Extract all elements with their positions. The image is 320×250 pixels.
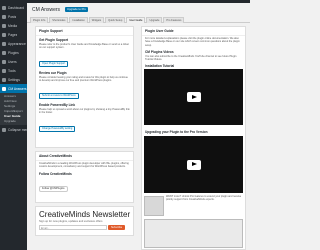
sidebar-item-cm-answers[interactable]: CM Answers (0, 84, 27, 93)
media-icon (2, 23, 6, 28)
play-icon[interactable] (186, 92, 201, 102)
brush-icon (2, 41, 6, 46)
tutorial-video[interactable] (144, 69, 243, 125)
tab-plugin-info[interactable]: Plugin Info (30, 17, 49, 23)
tutorial-heading: Installation Tutorial (145, 64, 175, 69)
about-title: About CreativeMinds (36, 152, 133, 161)
poweredby-text: Please help us spread a word about our p… (39, 108, 130, 115)
newsletter-title: CreativeMinds Newsletter (39, 210, 131, 219)
submit-review-button[interactable]: Submit a review to WordPress (39, 93, 79, 100)
about-text: CreativeMinds is a leading WordPress plu… (39, 162, 129, 169)
pro-thumbnail (144, 196, 164, 216)
collapse-icon (2, 127, 6, 132)
tab-widgets[interactable]: Widgets (88, 17, 105, 23)
sidebar-item-settings[interactable]: Settings (0, 75, 27, 84)
page-title: CM Answers (32, 7, 61, 13)
guide-text: For more detailed explanations please vi… (145, 37, 240, 47)
page-header: CM Answers Upgrade to Pro (27, 3, 250, 17)
follow-button[interactable]: Follow @CMPlugins (39, 185, 68, 192)
answers-icon (2, 86, 6, 91)
sidebar-item-posts[interactable]: Posts (0, 12, 27, 21)
upgrade-button[interactable]: Upgrade to Pro (65, 7, 88, 12)
support-text: Please refer to the product's User Guide… (39, 43, 129, 50)
tab-user-guide[interactable]: User Guide (126, 17, 146, 23)
tab-shortcodes[interactable]: Shortcodes (49, 17, 69, 23)
tab-quick-setup[interactable]: Quick Setup (105, 17, 126, 23)
pro-text: WANT more? Unlock Pro features to extend… (166, 195, 242, 202)
guide-title: Plugin User Guide (142, 27, 245, 36)
sidebar-item-users[interactable]: Users (0, 57, 27, 66)
poweredby-setting-button[interactable]: Change PoweredBy setting (39, 125, 76, 132)
pin-icon (2, 14, 6, 19)
settings-icon (2, 77, 6, 82)
wrench-icon (2, 68, 6, 73)
sidebar-item-plugins[interactable]: Plugins (0, 48, 27, 57)
play-icon[interactable] (186, 159, 201, 170)
collapse-menu-button[interactable]: Collapse menu (0, 125, 27, 134)
about-panel: About CreativeMinds CreativeMinds is a l… (35, 151, 134, 203)
review-text: Please consider leaving your rating and … (39, 75, 128, 82)
subscribe-button[interactable]: Subscribe (108, 225, 126, 230)
plugin-support-panel: Plugin Support Get Plugin Support Please… (35, 26, 134, 148)
videos-text: You can also subscribe to the CreativeMi… (145, 54, 237, 62)
user-icon (2, 59, 6, 64)
submenu-item-upgrade[interactable]: Upgrade (0, 119, 27, 124)
open-support-button[interactable]: Open Plugin Support (39, 60, 69, 67)
sidebar-item-dashboard[interactable]: Dashboard (0, 3, 27, 12)
page-icon (2, 32, 6, 37)
sidebar-item-appearance[interactable]: Appearance (0, 39, 27, 48)
sidebar-submenu: Answers Add New Settings Import/Export U… (0, 93, 27, 125)
upgrading-heading: Upgrading your Plugin to the Pro Version (145, 130, 208, 134)
sidebar-item-media[interactable]: Media (0, 21, 27, 30)
dashboard-icon (2, 5, 6, 10)
panel-title: Plugin Support (36, 27, 133, 36)
upgrade-video[interactable] (144, 136, 243, 193)
follow-heading: Follow CreativeMinds (39, 171, 72, 176)
newsletter-email-input[interactable]: Email... (39, 225, 107, 230)
sidebar-item-tools[interactable]: Tools (0, 66, 27, 75)
tab-pro-features[interactable]: Pro Features (163, 17, 185, 23)
plug-icon (2, 50, 6, 55)
pro-banner-image (144, 219, 243, 248)
admin-sidebar: Dashboard Posts Media Pages Appearance P… (0, 3, 27, 250)
sidebar-item-pages[interactable]: Pages (0, 30, 27, 39)
tab-installation[interactable]: Installation (69, 17, 88, 23)
nav-tabs: Plugin Info Shortcodes Installation Widg… (27, 17, 250, 23)
newsletter-box: CreativeMinds Newsletter Sign up for new… (35, 206, 134, 236)
tab-upgrade[interactable]: Upgrade (146, 17, 163, 23)
